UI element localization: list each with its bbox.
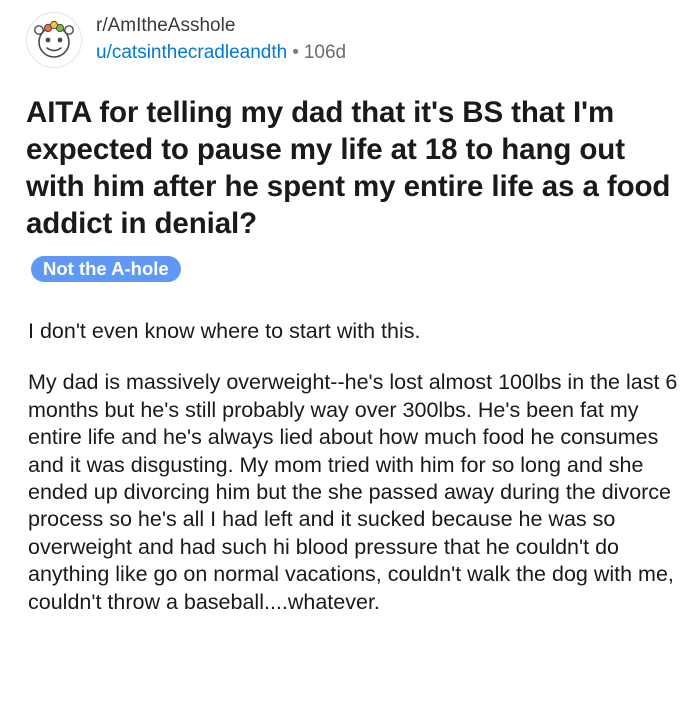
post-body-paragraph: I don't even know where to start with th… [28,319,421,343]
meta-separator: • [292,42,299,63]
author-username[interactable]: u/catsinthecradleandth [96,42,287,63]
post-meta: r/AmItheAsshole u/catsinthecradleandth • 1… [96,14,346,66]
post-title[interactable]: AITA for telling my dad that it's BS tha… [26,94,676,242]
subreddit-mascot-icon [34,20,74,58]
post-body: I don't even know where to start with th… [28,318,680,616]
post-age: 106d [303,42,347,63]
post-flair[interactable]: Not the A-hole [31,256,181,282]
subreddit-name[interactable]: r/AmItheAsshole [96,14,346,38]
post-byline: u/catsinthecradleandth • 106d [96,40,346,66]
post-header: r/AmItheAsshole u/catsinthecradleandth • 1… [26,12,346,68]
post-body-paragraph: My dad is massively overweight--he's los… [28,370,678,614]
subreddit-avatar[interactable] [26,12,82,68]
